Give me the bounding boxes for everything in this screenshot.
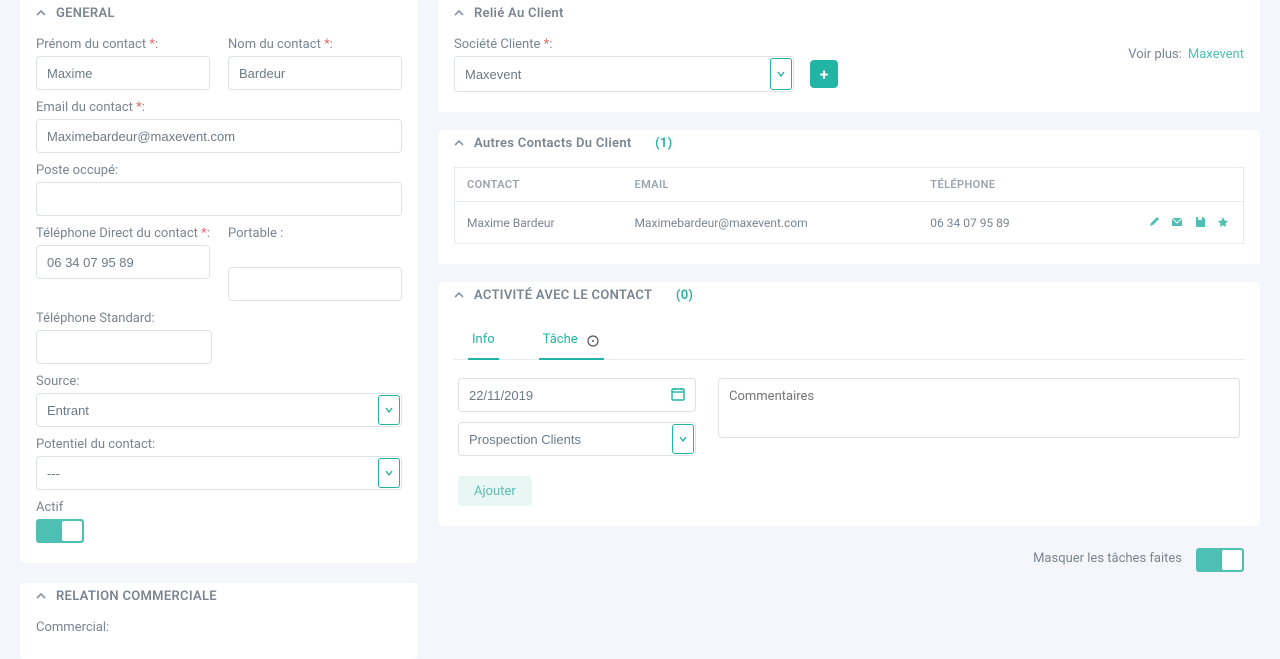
activity-date-value[interactable] xyxy=(458,378,696,412)
standard-phone-label: Téléphone Standard: xyxy=(36,311,212,326)
potential-select[interactable] xyxy=(36,456,402,490)
mask-done-label: Masquer les tâches faites xyxy=(1033,551,1182,566)
save-icon[interactable] xyxy=(1192,214,1208,230)
last-name-label: Nom du contact *: xyxy=(228,37,402,52)
cell-contact: Maxime Bardeur xyxy=(455,202,623,244)
panel-client: Relié Au Client Société Cliente *: + Voi… xyxy=(438,0,1260,112)
first-name-label: Prénom du contact *: xyxy=(36,37,210,52)
source-value[interactable] xyxy=(36,393,402,427)
company-label: Société Cliente *: xyxy=(454,37,794,52)
section-head-other-contacts[interactable]: Autres Contacts Du Client (1) xyxy=(454,130,1244,157)
caret-down-icon[interactable] xyxy=(378,458,400,488)
panel-activity: ACTIVITÉ AVEC LE CONTACT (0) Info Tâche xyxy=(438,282,1260,526)
source-label: Source: xyxy=(36,374,402,389)
section-title: ACTIVITÉ AVEC LE CONTACT xyxy=(474,288,652,303)
standard-phone-input[interactable] xyxy=(36,330,212,364)
star-icon[interactable] xyxy=(1215,214,1231,230)
activity-tabs: Info Tâche xyxy=(454,319,1244,360)
col-phone: TÉLÉPHONE xyxy=(918,168,1073,202)
mask-done-toggle[interactable] xyxy=(1196,548,1244,572)
sales-label: Commercial: xyxy=(36,620,402,635)
section-title: GENERAL xyxy=(56,6,115,21)
add-activity-button[interactable]: Ajouter xyxy=(458,476,532,506)
cursor-icon xyxy=(586,334,602,350)
chevron-up-icon xyxy=(454,138,464,148)
potential-value[interactable] xyxy=(36,456,402,490)
chevron-up-icon xyxy=(454,290,464,300)
direct-phone-label: Téléphone Direct du contact *: xyxy=(36,226,210,241)
add-client-button[interactable]: + xyxy=(810,60,838,88)
caret-down-icon[interactable] xyxy=(672,424,694,454)
company-select[interactable] xyxy=(454,56,794,92)
section-title: Relié Au Client xyxy=(474,6,564,21)
cell-phone: 06 34 07 95 89 xyxy=(918,202,1073,244)
source-select[interactable] xyxy=(36,393,402,427)
tab-task[interactable]: Tâche xyxy=(539,319,604,359)
caret-down-icon[interactable] xyxy=(378,395,400,425)
chevron-up-icon xyxy=(36,591,46,601)
col-actions xyxy=(1073,168,1243,202)
other-contacts-table: CONTACT EMAIL TÉLÉPHONE Maxime Bardeur M… xyxy=(454,167,1244,244)
edit-icon[interactable] xyxy=(1146,214,1162,230)
comments-textarea[interactable] xyxy=(718,378,1240,438)
tab-info[interactable]: Info xyxy=(468,319,499,359)
email-label: Email du contact *: xyxy=(36,100,402,115)
position-input[interactable] xyxy=(36,182,402,216)
position-label: Poste occupé: xyxy=(36,163,402,178)
activity-type-value[interactable] xyxy=(458,422,696,456)
table-row: Maxime Bardeur Maximebardeur@maxevent.co… xyxy=(455,202,1244,244)
caret-down-icon[interactable] xyxy=(770,58,792,90)
email-input[interactable] xyxy=(36,119,402,153)
section-head-relation[interactable]: RELATION COMMERCIALE xyxy=(36,583,402,610)
calendar-icon[interactable] xyxy=(670,386,686,406)
section-title: Autres Contacts Du Client xyxy=(474,136,632,151)
section-head-activity[interactable]: ACTIVITÉ AVEC LE CONTACT (0) xyxy=(454,282,1244,309)
activity-type-select[interactable] xyxy=(458,422,696,456)
activity-count: (0) xyxy=(676,288,693,303)
other-contacts-count: (1) xyxy=(655,136,672,151)
panel-general: GENERAL Prénom du contact *: Nom du cont… xyxy=(20,0,418,563)
mobile-label: Portable : xyxy=(228,226,402,241)
plus-icon: + xyxy=(820,65,829,84)
direct-phone-input[interactable] xyxy=(36,245,210,279)
col-email: EMAIL xyxy=(623,168,919,202)
see-more-label: Voir plus: xyxy=(1128,47,1182,62)
section-head-client[interactable]: Relié Au Client xyxy=(454,0,1244,27)
potential-label: Potentiel du contact: xyxy=(36,437,402,452)
col-contact: CONTACT xyxy=(455,168,623,202)
mobile-input[interactable] xyxy=(228,267,402,301)
last-name-input[interactable] xyxy=(228,56,402,90)
first-name-input[interactable] xyxy=(36,56,210,90)
cell-email: Maximebardeur@maxevent.com xyxy=(623,202,919,244)
company-value[interactable] xyxy=(454,56,794,92)
panel-relation: RELATION COMMERCIALE Commercial: xyxy=(20,583,418,659)
mask-done-row: Masquer les tâches faites xyxy=(438,544,1260,572)
activity-date-input[interactable] xyxy=(458,378,696,412)
chevron-up-icon xyxy=(454,8,464,18)
chevron-up-icon xyxy=(36,8,46,18)
mail-icon[interactable] xyxy=(1169,214,1185,230)
section-title: RELATION COMMERCIALE xyxy=(56,589,217,604)
active-toggle[interactable] xyxy=(36,519,84,543)
panel-other-contacts: Autres Contacts Du Client (1) CONTACT EM… xyxy=(438,130,1260,264)
see-more-link[interactable]: Maxevent xyxy=(1188,47,1244,62)
active-label: Actif xyxy=(36,500,402,515)
section-head-general[interactable]: GENERAL xyxy=(36,0,402,27)
